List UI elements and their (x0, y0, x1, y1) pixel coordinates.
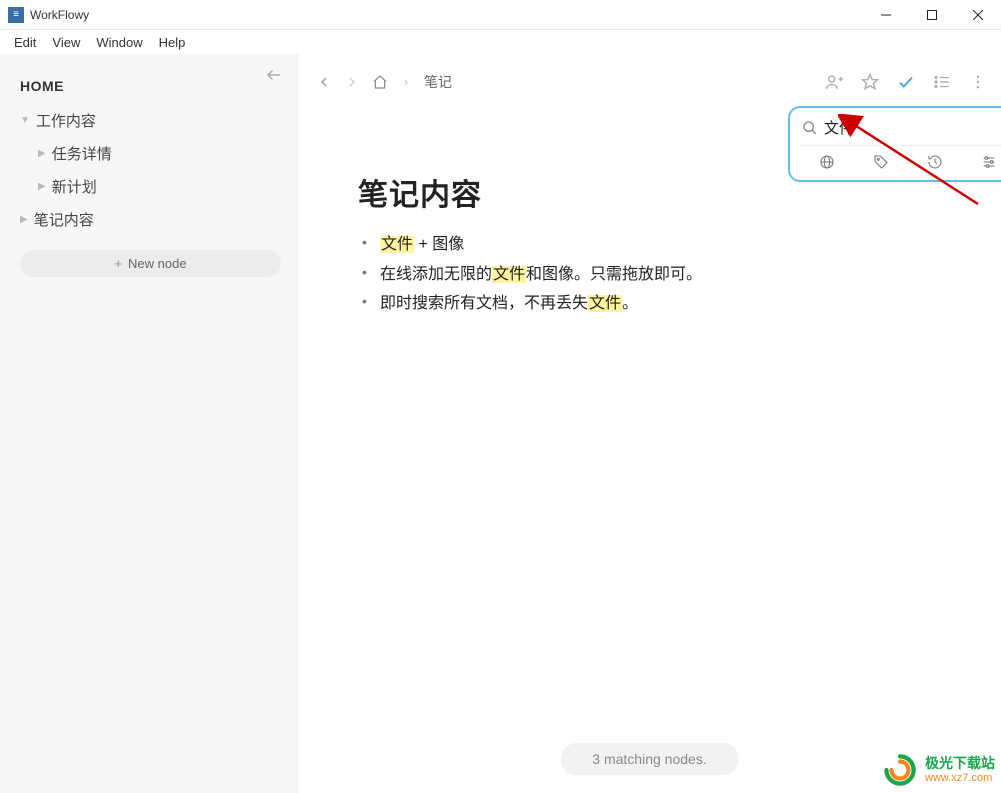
settings-sliders-icon[interactable] (981, 154, 1001, 170)
caret-right-icon: ▶ (38, 181, 46, 192)
highlight: 文件 (588, 295, 622, 312)
list-icon[interactable] (933, 73, 951, 91)
more-icon[interactable] (969, 73, 987, 91)
menu-edit[interactable]: Edit (6, 33, 44, 52)
breadcrumb-item[interactable]: 笔记 (424, 72, 452, 92)
menu-help[interactable]: Help (151, 33, 194, 52)
nav-forward-button[interactable] (344, 74, 360, 90)
menu-window[interactable]: Window (88, 33, 150, 52)
star-icon[interactable] (861, 73, 879, 91)
tag-icon[interactable] (873, 154, 897, 170)
highlight: 文件 (380, 236, 414, 253)
caret-right-icon: ▶ (38, 148, 46, 159)
sidebar-item-label: 任务详情 (52, 143, 112, 164)
sidebar-item-task[interactable]: ▶ 任务详情 (16, 137, 285, 170)
search-icon (802, 120, 818, 136)
list-item[interactable]: 即时搜索所有文档，不再丢失文件。 (380, 289, 941, 319)
main: › 笔记 (298, 54, 1001, 793)
window-title: WorkFlowy (30, 8, 89, 22)
watermark: 极光下载站 www.xz7.com (883, 753, 995, 787)
breadcrumb-sep: › (404, 75, 408, 89)
home-icon[interactable] (372, 74, 388, 90)
sidebar-home[interactable]: HOME (20, 78, 285, 94)
sidebar-item-work[interactable]: ▼ 工作内容 (16, 104, 285, 137)
caret-right-icon: ▶ (20, 214, 28, 225)
search-filters: … (798, 146, 1001, 172)
window-maximize-button[interactable] (909, 0, 955, 30)
sidebar-item-label: 新计划 (52, 176, 97, 197)
sidebar: HOME ▼ 工作内容 ▶ 任务详情 ▶ 新计划 ▶ 笔记内容 + New no… (0, 54, 298, 793)
sidebar-item-label: 工作内容 (36, 110, 96, 131)
history-icon[interactable] (927, 154, 951, 170)
new-node-label: New node (128, 256, 187, 271)
watermark-line2: www.xz7.com (925, 772, 995, 784)
add-user-icon[interactable] (825, 73, 843, 91)
sidebar-item-notes[interactable]: ▶ 笔记内容 (16, 203, 285, 236)
check-icon[interactable] (897, 73, 915, 91)
new-node-button[interactable]: + New node (20, 250, 281, 277)
titlebar: ≡ WorkFlowy (0, 0, 1001, 30)
list-item[interactable]: 文件 + 图像 (380, 230, 941, 260)
plus-icon: + (114, 256, 122, 271)
status-badge: 3 matching nodes. (560, 743, 738, 775)
collapse-sidebar-icon[interactable] (265, 66, 283, 84)
highlight: 文件 (492, 266, 526, 283)
list-item[interactable]: 在线添加无限的文件和图像。只需拖放即可。 (380, 260, 941, 290)
sidebar-item-label: 笔记内容 (34, 209, 94, 230)
toolbar: › 笔记 (298, 54, 1001, 110)
menubar: Edit View Window Help (0, 30, 1001, 54)
menu-view[interactable]: View (44, 33, 88, 52)
caret-down-icon: ▼ (20, 115, 30, 126)
search-input[interactable]: 文件 (824, 117, 1001, 138)
sidebar-item-plan[interactable]: ▶ 新计划 (16, 170, 285, 203)
window-minimize-button[interactable] (863, 0, 909, 30)
globe-icon[interactable] (819, 154, 843, 170)
window-close-button[interactable] (955, 0, 1001, 30)
search-popover: 文件 ✕ (788, 106, 1001, 182)
app-icon: ≡ (8, 7, 24, 23)
nav-back-button[interactable] (316, 74, 332, 90)
watermark-line1: 极光下载站 (925, 756, 995, 771)
